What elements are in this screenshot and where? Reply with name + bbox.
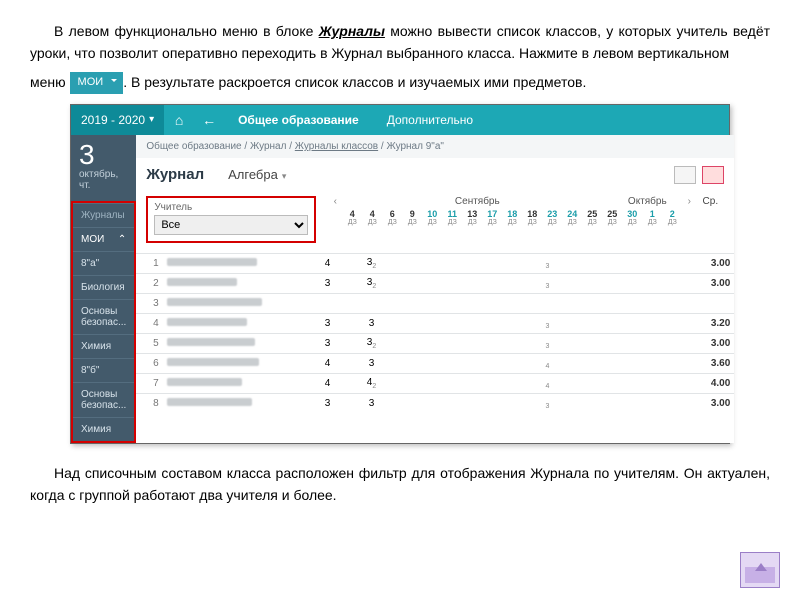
sidebar-item[interactable]: Химия	[73, 334, 134, 358]
day-cell[interactable]: 6ДЗ	[382, 209, 402, 226]
day-cell[interactable]: 9ДЗ	[402, 209, 422, 226]
calendar-header: ‹ Сентябрь Октябрь › Ср. 4ДЗ4ДЗ6ДЗ9ДЗ10Д…	[328, 196, 724, 226]
teacher-label: Учитель	[154, 202, 308, 213]
tab-additional[interactable]: Дополнительно	[373, 105, 487, 135]
screenshot: 2019 - 2020 ⌂ ← Общее образование Дополн…	[70, 104, 730, 444]
day-cell[interactable]: 4ДЗ	[362, 209, 382, 226]
day-cell[interactable]: 10ДЗ	[422, 209, 442, 226]
page-title: Журнал	[146, 166, 204, 183]
day-cell[interactable]: 24ДЗ	[562, 209, 582, 226]
journals-bold: Журналы	[319, 23, 385, 39]
moi-tag: МОИ	[70, 72, 124, 94]
grades-table: 143233.00233233.00343333.20533233.006434…	[136, 253, 734, 414]
paragraph-2: Над списочным составом класса расположен…	[30, 462, 770, 507]
day-cell[interactable]: 23ДЗ	[542, 209, 562, 226]
day-cell[interactable]: 17ДЗ	[482, 209, 502, 226]
subject-selector[interactable]: Алгебра	[228, 167, 286, 182]
month-sept: Сентябрь	[342, 196, 612, 209]
topbar: 2019 - 2020 ⌂ ← Общее образование Дополн…	[71, 105, 729, 135]
toolbar-icon-2[interactable]	[702, 166, 724, 184]
month-oct: Октябрь	[612, 196, 682, 209]
day-cell[interactable]: 11ДЗ	[442, 209, 462, 226]
day-cell[interactable]: 25ДЗ	[602, 209, 622, 226]
day-cell[interactable]: 25ДЗ	[582, 209, 602, 226]
table-row: 744244.00	[136, 373, 734, 393]
teacher-filter-highlight: Учитель Все	[146, 196, 316, 243]
day-cell[interactable]: 2ДЗ	[662, 209, 682, 226]
sidebar-item[interactable]: 8"а"	[73, 251, 134, 275]
home-icon[interactable]: ⌂	[164, 112, 194, 128]
sidebar-item[interactable]: Химия	[73, 417, 134, 441]
day-cell[interactable]: 18ДЗ	[522, 209, 542, 226]
sidebar: 3 октябрь, чт. Журналы МОИ 8"а"БиологияО…	[71, 135, 136, 443]
tab-general-education[interactable]: Общее образование	[224, 105, 373, 135]
back-arrow-icon[interactable]: ←	[194, 112, 224, 128]
breadcrumb-link[interactable]: Журналы классов	[295, 141, 378, 152]
day-cell[interactable]: 1ДЗ	[642, 209, 662, 226]
table-row: 3	[136, 293, 734, 313]
date-day: 3	[79, 141, 128, 169]
sidebar-item[interactable]: Основы безопас...	[73, 299, 134, 334]
table-row: 83333.00	[136, 393, 734, 413]
date-weekday: октябрь, чт.	[79, 169, 128, 191]
sidebar-item[interactable]: 8"б"	[73, 358, 134, 382]
sidebar-header-journals: Журналы	[73, 203, 134, 227]
day-cell[interactable]: 18ДЗ	[502, 209, 522, 226]
paragraph-1: В левом функционально меню в блоке Журна…	[30, 20, 770, 65]
date-box: 3 октябрь, чт.	[71, 135, 136, 201]
day-cell[interactable]: 30ДЗ	[622, 209, 642, 226]
avg-header: Ср.	[696, 196, 724, 209]
table-row: 233233.00	[136, 273, 734, 293]
day-cell[interactable]: 13ДЗ	[462, 209, 482, 226]
table-row: 533233.00	[136, 333, 734, 353]
home-footer-icon[interactable]	[740, 552, 780, 588]
title-bar: Журнал Алгебра	[136, 158, 734, 192]
prev-arrow-icon[interactable]: ‹	[328, 196, 342, 209]
table-row: 143233.00	[136, 253, 734, 273]
next-arrow-icon[interactable]: ›	[682, 196, 696, 209]
paragraph-1b: меню МОИ. В результате раскроется список…	[30, 71, 770, 94]
day-cell[interactable]: 4ДЗ	[342, 209, 362, 226]
sidebar-item[interactable]: Биология	[73, 275, 134, 299]
main-panel: Общее образование / Журнал / Журналы кла…	[136, 135, 734, 443]
table-row: 64343.60	[136, 353, 734, 373]
year-selector[interactable]: 2019 - 2020	[71, 105, 164, 135]
sidebar-item-moi[interactable]: МОИ	[73, 227, 134, 251]
table-row: 43333.20	[136, 313, 734, 333]
teacher-select[interactable]: Все	[154, 215, 308, 235]
toolbar-icon-1[interactable]	[674, 166, 696, 184]
breadcrumb: Общее образование / Журнал / Журналы кла…	[136, 135, 734, 158]
sidebar-item[interactable]: Основы безопас...	[73, 382, 134, 417]
sidebar-highlight-frame: Журналы МОИ 8"а"БиологияОсновы безопас..…	[71, 201, 136, 443]
